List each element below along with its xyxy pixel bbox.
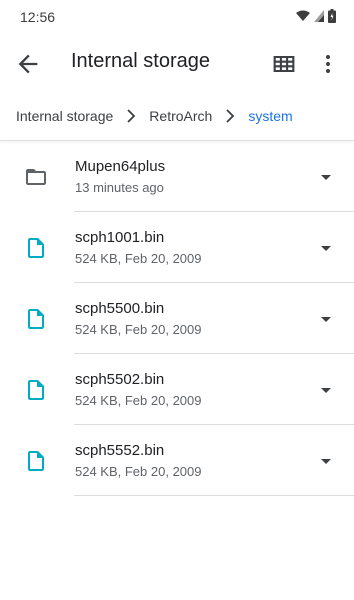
status-bar: 12:56 [0,0,354,36]
row-divider [74,495,354,496]
dropdown-arrow-icon[interactable] [318,311,334,327]
file-name: scph5502.bin [75,371,165,388]
file-list: Mupen64plus 13 minutes ago scph1001.bin … [0,141,354,496]
more-vert-icon [326,55,330,73]
status-time: 12:56 [20,9,56,25]
list-item-file[interactable]: scph1001.bin 524 KB, Feb 20, 2009 [0,212,354,283]
file-details: 13 minutes ago [75,180,164,195]
back-button[interactable] [14,50,42,78]
chevron-right-icon [127,109,136,123]
list-item-file[interactable]: scph5552.bin 524 KB, Feb 20, 2009 [0,425,354,496]
battery-icon [328,9,336,23]
folder-icon [26,169,46,185]
file-icon [28,451,44,471]
file-icon [28,309,44,329]
file-name: scph5500.bin [75,300,165,317]
breadcrumb-item-internal-storage[interactable]: Internal storage [16,108,113,124]
dropdown-arrow-icon[interactable] [318,240,334,256]
dropdown-arrow-icon[interactable] [318,382,334,398]
file-details: 524 KB, Feb 20, 2009 [75,464,202,479]
file-icon [28,380,44,400]
list-item-folder[interactable]: Mupen64plus 13 minutes ago [0,141,354,212]
arrow-back-icon [18,54,38,74]
file-details: 524 KB, Feb 20, 2009 [75,251,202,266]
file-name: Mupen64plus [75,158,166,175]
breadcrumb-item-system[interactable]: system [248,108,292,124]
status-icons [296,9,336,23]
page-title: Internal storage [71,50,210,72]
signal-icon [314,10,324,22]
wifi-icon [296,10,310,21]
list-item-file[interactable]: scph5502.bin 524 KB, Feb 20, 2009 [0,354,354,425]
chevron-right-icon [226,109,235,123]
dropdown-arrow-icon[interactable] [318,169,334,185]
file-details: 524 KB, Feb 20, 2009 [75,322,202,337]
file-icon [28,238,44,258]
breadcrumb: Internal storage RetroArch system [0,96,354,136]
list-item-file[interactable]: scph5500.bin 524 KB, Feb 20, 2009 [0,283,354,354]
dropdown-arrow-icon[interactable] [318,453,334,469]
file-name: scph5552.bin [75,442,165,459]
app-bar: Internal storage [0,36,354,92]
breadcrumb-item-retroarch[interactable]: RetroArch [149,108,212,124]
grid-view-icon [273,55,295,73]
grid-view-button[interactable] [270,50,298,78]
more-options-button[interactable] [318,50,338,78]
file-name: scph1001.bin [75,229,165,246]
file-details: 524 KB, Feb 20, 2009 [75,393,202,408]
